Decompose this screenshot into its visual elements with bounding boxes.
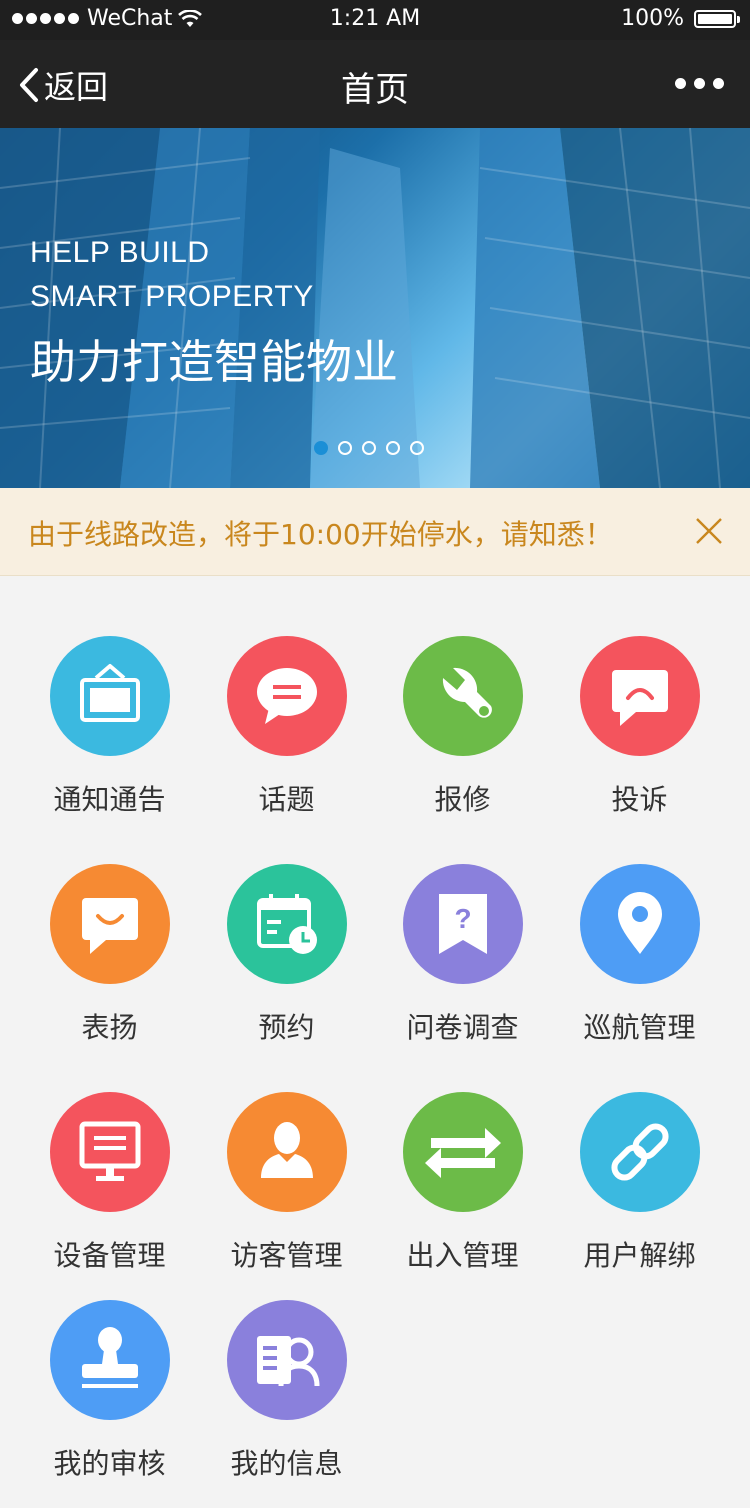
banner-carousel[interactable]: HELP BUILD SMART PROPERTY 助力打造智能物业	[0, 128, 750, 488]
link-icon	[610, 1123, 669, 1181]
svg-text:?: ?	[454, 903, 471, 934]
smile-bubble-icon	[81, 898, 138, 954]
location-pin-icon	[617, 892, 662, 954]
complaint-bubble-icon	[611, 670, 668, 726]
tile-review[interactable]: 我的审核	[21, 1300, 198, 1482]
question-bookmark-icon: ?	[438, 894, 487, 954]
notice-text: 由于线路改造，将于10:00开始停水，请知悉！	[28, 518, 613, 551]
pager-dot[interactable]	[410, 441, 424, 455]
chat-bubble-icon	[256, 668, 317, 724]
battery-percent: 100%	[621, 6, 684, 31]
tile-unbind[interactable]: 用户解绑	[551, 1092, 728, 1274]
tile-notice[interactable]: 通知通告	[21, 636, 198, 818]
tile-access[interactable]: 出入管理	[374, 1092, 551, 1274]
tile-praise[interactable]: 表扬	[21, 864, 198, 1046]
profile-card-icon	[256, 1336, 319, 1387]
tile-icon-circle: ?	[402, 864, 523, 984]
tile-icon-circle	[49, 1300, 170, 1420]
tile-icon-circle	[402, 1092, 523, 1212]
tile-survey[interactable]: ? 问卷调查	[374, 864, 551, 1046]
notice-board-icon	[79, 664, 140, 722]
tile-label: 用户解绑	[583, 1239, 696, 1272]
banner-headline-cn: 助力打造智能物业	[30, 335, 398, 389]
tile-appointment[interactable]: 预约	[198, 864, 375, 1046]
tile-label: 预约	[258, 1011, 315, 1044]
page-title: 首页	[341, 70, 409, 110]
tile-icon-circle	[226, 1092, 347, 1212]
close-icon[interactable]	[694, 516, 724, 546]
pager-dot[interactable]	[362, 441, 376, 455]
status-bar: WeChat 1:21 AM 100%	[0, 0, 750, 40]
monitor-icon	[79, 1121, 140, 1181]
tile-icon-circle	[226, 636, 347, 756]
banner-headline-en-1: HELP BUILD	[30, 236, 210, 269]
tile-icon-circle	[49, 1092, 170, 1212]
carousel-pager[interactable]	[314, 441, 424, 455]
tile-label: 投诉	[611, 783, 668, 816]
tile-topic[interactable]: 话题	[198, 636, 375, 818]
tile-equipment[interactable]: 设备管理	[21, 1092, 198, 1274]
tile-visitor[interactable]: 访客管理	[198, 1092, 375, 1274]
tile-icon-circle	[226, 1300, 347, 1420]
tile-icon-circle	[579, 1092, 700, 1212]
pager-dot[interactable]	[338, 441, 352, 455]
wrench-icon	[442, 667, 492, 718]
tile-icon-circle	[402, 636, 523, 756]
calendar-clock-icon	[256, 894, 317, 954]
notice-banner: 由于线路改造，将于10:00开始停水，请知悉！	[0, 488, 750, 576]
tile-icon-circle	[579, 636, 700, 756]
battery-icon	[694, 9, 740, 28]
tile-label: 我的审核	[53, 1447, 166, 1480]
pager-dot-active[interactable]	[314, 441, 328, 455]
visitor-person-icon	[260, 1122, 313, 1178]
tile-icon-circle	[226, 864, 347, 984]
tile-icon-circle	[579, 864, 700, 984]
tile-label: 访客管理	[230, 1239, 343, 1272]
banner-headline-en-2: SMART PROPERTY	[30, 280, 314, 313]
tile-complaint[interactable]: 投诉	[551, 636, 728, 818]
pager-dot[interactable]	[386, 441, 400, 455]
tile-label: 巡航管理	[583, 1011, 696, 1044]
tile-label: 出入管理	[406, 1239, 519, 1272]
tile-patrol[interactable]: 巡航管理	[551, 864, 728, 1046]
more-menu-button[interactable]	[675, 78, 724, 89]
swap-arrows-icon	[424, 1128, 501, 1178]
tile-icon-circle	[49, 636, 170, 756]
battery-status: 100%	[621, 6, 740, 31]
tile-repair[interactable]: 报修	[374, 636, 551, 818]
tile-label: 话题	[258, 783, 315, 816]
navigation-bar: 返回 首页	[0, 40, 750, 128]
tile-label: 问卷调查	[406, 1011, 519, 1044]
stamp-icon	[81, 1327, 138, 1388]
tile-my-info[interactable]: 我的信息	[198, 1300, 375, 1482]
tile-label: 通知通告	[53, 783, 166, 816]
tile-label: 设备管理	[53, 1239, 166, 1272]
tile-label: 表扬	[81, 1011, 138, 1044]
tile-label: 我的信息	[230, 1447, 343, 1480]
tile-label: 报修	[434, 783, 491, 816]
tile-icon-circle	[49, 864, 170, 984]
